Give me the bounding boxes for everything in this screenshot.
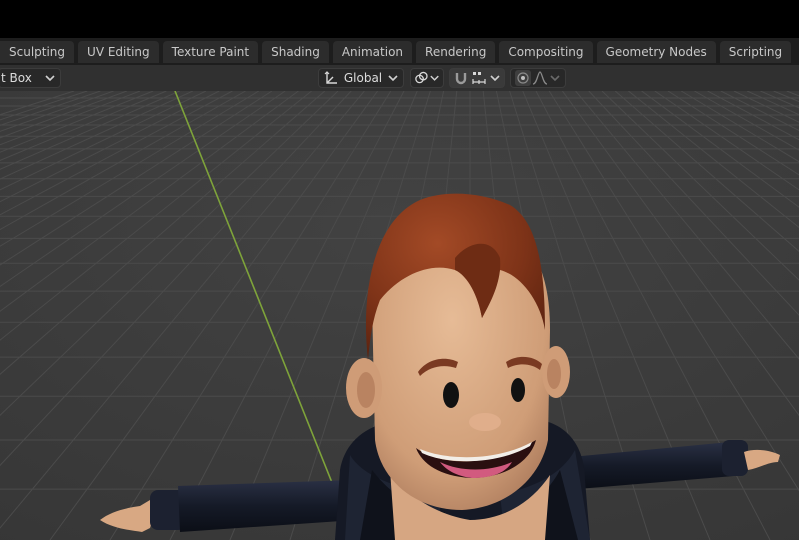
tab-geometry-nodes[interactable]: Geometry Nodes xyxy=(596,40,716,63)
proportional-editing-icon[interactable] xyxy=(515,70,531,86)
snap-toggle-group[interactable] xyxy=(449,68,505,88)
chevron-down-icon xyxy=(45,75,55,82)
add-workspace-button[interactable]: + xyxy=(795,41,799,63)
3d-viewport[interactable] xyxy=(0,91,799,540)
tab-scripting[interactable]: Scripting xyxy=(719,40,792,63)
tab-texture-paint[interactable]: Texture Paint xyxy=(162,40,259,63)
chevron-down-icon xyxy=(550,75,560,82)
tab-shading[interactable]: Shading xyxy=(262,40,329,63)
viewport-scene xyxy=(0,91,799,540)
falloff-curve-icon xyxy=(532,71,548,85)
magnet-snap-icon[interactable] xyxy=(453,70,469,86)
tab-compositing[interactable]: Compositing xyxy=(499,40,593,63)
tab-animation[interactable]: Animation xyxy=(332,40,413,63)
chevron-down-icon xyxy=(490,75,500,82)
tab-sculpting[interactable]: Sculpting xyxy=(0,40,75,63)
snap-increment-icon xyxy=(472,72,486,84)
proportional-editing-group[interactable] xyxy=(510,68,566,88)
tab-uv-editing[interactable]: UV Editing xyxy=(78,40,159,63)
chevron-down-icon xyxy=(430,75,439,81)
chevron-down-icon xyxy=(388,75,398,82)
transform-orientation-label: Global xyxy=(343,71,383,85)
top-black-bar xyxy=(0,0,799,38)
select-box-dropdown[interactable]: t Box xyxy=(0,68,61,88)
right-eye xyxy=(511,378,525,402)
tab-rendering[interactable]: Rendering xyxy=(416,40,496,63)
left-eye xyxy=(443,382,459,408)
orientation-axes-icon xyxy=(324,71,337,84)
pivot-link-icon xyxy=(415,71,428,84)
nose xyxy=(469,413,501,431)
viewport-header: t Box Global xyxy=(0,65,799,91)
transform-orientation-dropdown[interactable]: Global xyxy=(318,68,404,88)
select-mode-label: t Box xyxy=(1,71,32,85)
pivot-point-dropdown[interactable] xyxy=(410,68,444,88)
workspace-tabs: Sculpting UV Editing Texture Paint Shadi… xyxy=(0,38,799,65)
